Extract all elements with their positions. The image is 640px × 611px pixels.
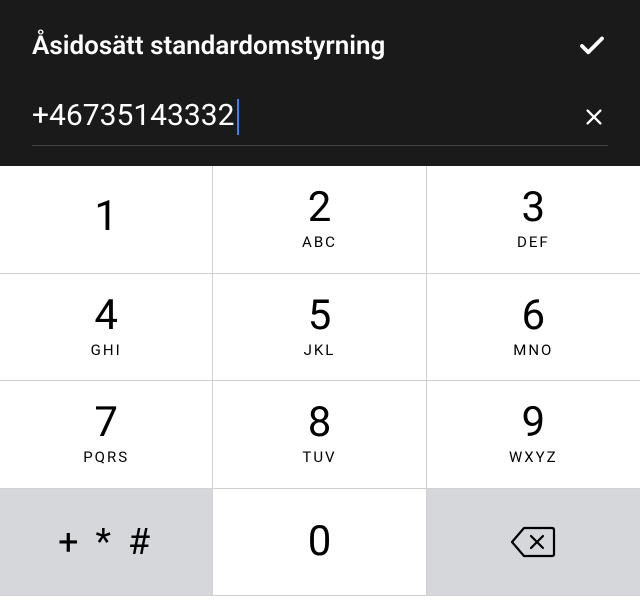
key-letters: MNO — [513, 341, 553, 359]
key-digit: 2 — [308, 187, 332, 229]
backspace-icon — [510, 525, 556, 559]
key-8[interactable]: 8 TUV — [213, 381, 426, 489]
header: Åsidosätt standardomstyrning +4673514333… — [0, 0, 640, 166]
clear-input-button[interactable] — [580, 103, 608, 131]
key-digit: 1 — [94, 196, 118, 238]
key-7[interactable]: 7 PQRS — [0, 381, 213, 489]
keypad: 1 2 ABC 3 DEF 4 GHI 5 JKL 6 MNO 7 PQRS 8… — [0, 166, 640, 596]
key-symbols-label: + * # — [58, 524, 154, 560]
key-backspace[interactable] — [427, 489, 640, 597]
key-4[interactable]: 4 GHI — [0, 274, 213, 382]
key-6[interactable]: 6 MNO — [427, 274, 640, 382]
key-digit: 3 — [522, 187, 546, 229]
key-2[interactable]: 2 ABC — [213, 166, 426, 274]
key-digit: 5 — [308, 295, 332, 337]
key-digit: 6 — [522, 295, 546, 337]
key-5[interactable]: 5 JKL — [213, 274, 426, 382]
key-letters: PQRS — [83, 448, 129, 466]
key-letters: WXYZ — [509, 448, 558, 466]
key-letters: GHI — [91, 341, 122, 359]
key-digit: 7 — [94, 402, 118, 444]
key-0[interactable]: 0 — [213, 489, 426, 597]
key-letters: ABC — [302, 233, 337, 251]
key-digit: 9 — [522, 402, 546, 444]
key-3[interactable]: 3 DEF — [427, 166, 640, 274]
phone-input[interactable]: +46735143332 — [32, 98, 239, 135]
key-letters: TUV — [302, 448, 336, 466]
key-digit: 4 — [94, 295, 118, 337]
key-digit: 0 — [308, 521, 332, 563]
key-symbols[interactable]: + * # — [0, 489, 213, 597]
key-letters: DEF — [517, 233, 550, 251]
key-letters: JKL — [304, 341, 336, 359]
confirm-button[interactable] — [576, 30, 608, 62]
key-digit: 8 — [308, 402, 332, 444]
page-title: Åsidosätt standardomstyrning — [32, 31, 385, 61]
key-9[interactable]: 9 WXYZ — [427, 381, 640, 489]
key-1[interactable]: 1 — [0, 166, 213, 274]
